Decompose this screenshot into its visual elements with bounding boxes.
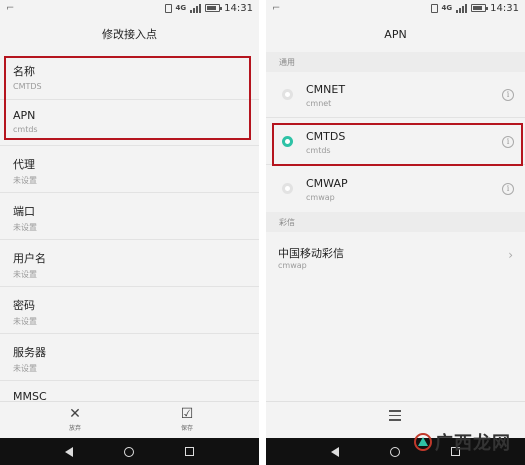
field-proxy[interactable]: 代理 未设置 xyxy=(0,146,259,193)
watermark-text: 广西龙网 xyxy=(435,433,511,454)
page-title: APN xyxy=(384,27,407,41)
field-value: 未设置 xyxy=(13,364,37,373)
section-header-general: 通用 xyxy=(266,52,525,72)
apn-value: cmwap xyxy=(278,261,307,270)
apn-list-screen: ⌐ 4G 14:31 APN 通用 CMNET cmnet i CMTDS cm… xyxy=(266,0,525,465)
field-label: 端口 xyxy=(13,205,35,218)
status-bar: ⌐ 4G 14:31 xyxy=(266,0,525,16)
edit-apn-screen: ⌐ 4G 14:31 修改接入点 名称 CMTDS APN cmtds 代理 未… xyxy=(0,0,259,465)
clock: 14:31 xyxy=(224,2,253,14)
radio-button[interactable] xyxy=(282,89,293,100)
network-type: 4G xyxy=(175,3,187,12)
menu-icon[interactable] xyxy=(389,410,401,424)
status-bar: ⌐ 4G 14:31 xyxy=(0,0,259,16)
field-mmsc[interactable]: MMSC xyxy=(0,381,259,403)
field-value: 未设置 xyxy=(13,270,37,279)
discard-button[interactable]: ✕ 放弃 xyxy=(45,406,105,432)
field-server[interactable]: 服务器 未设置 xyxy=(0,334,259,381)
apn-item-cmnet[interactable]: CMNET cmnet i xyxy=(266,72,525,118)
save-button[interactable]: ☑ 保存 xyxy=(157,406,217,432)
signal-icon xyxy=(456,3,468,13)
field-label: 用户名 xyxy=(13,252,46,265)
network-type: 4G xyxy=(441,3,453,12)
section-header-mms: 彩信 xyxy=(266,212,525,232)
info-icon[interactable]: i xyxy=(502,89,514,101)
highlight-box xyxy=(4,56,251,140)
field-label: 密码 xyxy=(13,299,35,312)
checkbox-check-icon: ☑ xyxy=(180,406,194,422)
close-icon: ✕ xyxy=(69,406,81,422)
home-circle-icon[interactable] xyxy=(389,446,400,457)
apn-value: cmwap xyxy=(306,193,335,202)
logo-icon xyxy=(414,433,432,451)
field-label: 代理 xyxy=(13,158,35,171)
page-title: 修改接入点 xyxy=(102,28,157,41)
field-label: 服务器 xyxy=(13,346,46,359)
recent-square-icon[interactable] xyxy=(184,447,194,456)
radio-button[interactable] xyxy=(282,183,293,194)
highlight-box xyxy=(272,123,523,166)
apn-name: CMNET xyxy=(306,83,346,96)
battery-icon xyxy=(471,4,489,12)
field-value: 未设置 xyxy=(13,317,37,326)
vibrate-icon xyxy=(430,3,438,13)
field-value: 未设置 xyxy=(13,176,37,185)
field-username[interactable]: 用户名 未设置 xyxy=(0,240,259,287)
clock: 14:31 xyxy=(490,2,519,14)
chevron-right-icon: › xyxy=(508,248,513,262)
field-value: 未设置 xyxy=(13,223,37,232)
notification-icon: ⌐ xyxy=(272,2,281,14)
home-circle-icon[interactable] xyxy=(123,446,134,457)
apn-item-cmwap[interactable]: CMWAP cmwap i xyxy=(266,165,525,212)
discard-label: 放弃 xyxy=(68,425,81,432)
field-port[interactable]: 端口 未设置 xyxy=(0,193,259,240)
info-icon[interactable]: i xyxy=(502,183,514,195)
battery-icon xyxy=(205,4,223,12)
bottom-action-bar: ✕ 放弃 ☑ 保存 xyxy=(0,401,259,438)
mms-apn-item[interactable]: 中国移动彩信 cmwap › xyxy=(266,232,525,280)
field-password[interactable]: 密码 未设置 xyxy=(0,287,259,334)
navigation-bar xyxy=(0,438,259,465)
apn-value: cmnet xyxy=(306,99,332,108)
back-triangle-icon[interactable] xyxy=(65,446,74,457)
watermark: 广西龙网 xyxy=(413,429,511,455)
back-triangle-icon[interactable] xyxy=(331,446,340,457)
save-label: 保存 xyxy=(180,425,193,432)
apn-name: 中国移动彩信 xyxy=(278,247,344,260)
vibrate-icon xyxy=(164,3,172,13)
notification-icon: ⌐ xyxy=(6,2,15,14)
apn-name: CMWAP xyxy=(306,177,348,190)
signal-icon xyxy=(190,3,202,13)
